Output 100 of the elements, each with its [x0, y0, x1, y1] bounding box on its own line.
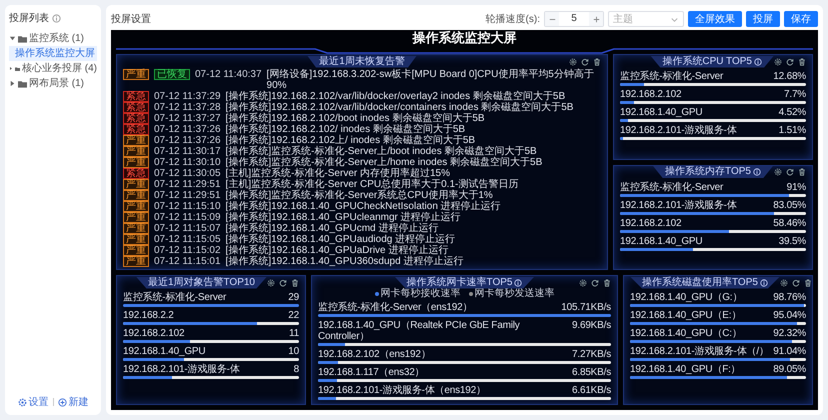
action-button[interactable]: 全屏效果 [688, 11, 742, 27]
alarm-message: [操作系统]192.168.1.40_GPUaudiodg 进程停止运行 [226, 234, 456, 245]
info-icon [760, 278, 768, 286]
item-value: 39.5% [778, 236, 806, 246]
item-value: 22 [288, 310, 299, 321]
alarm-time: 07-12 11:15:02 [154, 245, 221, 256]
item-label: 192.168.2.102 [123, 328, 184, 339]
trash-icon[interactable] [291, 278, 299, 286]
item-label: 192.168.2.101-游戏服务-体 [620, 200, 737, 210]
severity-badge: 严重 [123, 212, 149, 223]
item-label: 192.168.1.40_GPU [123, 346, 206, 357]
item-label: 监控系统-标准化-Server [620, 71, 724, 82]
severity-badge: 紧急 [123, 102, 149, 113]
item-label: 192.168.2.101-游戏服务-体（/） [630, 346, 769, 357]
info-icon [52, 14, 61, 22]
severity-badge: 严重 [123, 234, 149, 245]
refresh-icon[interactable] [792, 278, 800, 286]
item-label: 监控系统-标准化-Server [123, 292, 226, 303]
alarm-message: [操作系统]192.168.1.40_GPUCheckNetIsolation 进程停止运行 [226, 201, 502, 212]
new-link[interactable]: 新建 [58, 395, 88, 409]
item-label: 192.168.2.101-游戏服务-体 [123, 364, 240, 375]
severity-badge: 严重 [123, 157, 149, 168]
action-button[interactable]: 投屏 [746, 11, 780, 27]
item-label: 192.168.1.40_GPU（G:） [630, 292, 742, 303]
alarm-message: [操作系统]192.168.2.102/var/lib/docker/containers inodes 剩余磁盘空间大于5B [226, 102, 574, 113]
item-label: 监控系统-标准化-Server（ens192） [318, 302, 472, 313]
severity-badge: 紧急 [123, 124, 149, 135]
status-badge: 已恢复 [154, 69, 190, 80]
tree-folder[interactable]: 核心业务投屏 (4) [9, 61, 97, 76]
severity-badge: 严重 [123, 256, 149, 267]
refresh-icon[interactable] [786, 58, 794, 66]
settings-icon[interactable] [569, 58, 577, 66]
refresh-icon[interactable] [591, 278, 599, 286]
item-value: 83.05% [773, 200, 806, 210]
speed-label: 轮播速度(s): [486, 12, 540, 26]
legend-label[interactable]: 网卡每秒接收速率 [380, 289, 460, 299]
item-value: 1.51% [778, 125, 806, 136]
severity-badge: 严重 [123, 135, 149, 146]
sidebar-title: 投屏列表 [9, 12, 49, 25]
item-value: 89.05% [773, 364, 806, 375]
settings-icon[interactable] [780, 278, 788, 286]
settings-link[interactable]: 设置 [18, 395, 48, 409]
plus-circle-icon [58, 398, 66, 406]
settings-icon[interactable] [267, 278, 275, 286]
alarm-time: 07-12 11:40:37 [195, 69, 262, 80]
plus-icon [592, 14, 600, 24]
refresh-icon[interactable] [786, 168, 794, 176]
settings-icon[interactable] [579, 278, 587, 286]
item-value: 95.04% [773, 310, 806, 321]
alarm-time: 07-12 11:30:10 [154, 157, 221, 168]
alarm-time: 07-12 11:30:05 [154, 168, 221, 179]
settings-icon[interactable] [774, 58, 782, 66]
caret-icon [9, 65, 13, 72]
alarm-time: 07-12 11:30:17 [154, 146, 221, 157]
alarm-time: 07-12 11:15:05 [154, 234, 221, 245]
alarm-time: 07-12 11:29:51 [154, 190, 221, 201]
tree-folder[interactable]: 监控系统 (1) [9, 31, 97, 46]
item-label: 192.168.1.40_GPU（E:） [630, 310, 742, 321]
item-value: 6.85KB/s [572, 367, 611, 378]
tree-folder[interactable]: 网布局景 (1) [9, 76, 97, 91]
alarm-message: [操作系统]192.168.2.102/boot inodes 剩余磁盘空间大于5B [226, 113, 486, 124]
item-value: 91.04% [773, 346, 806, 357]
severity-badge: 严重 [123, 69, 149, 80]
trash-icon[interactable] [798, 168, 806, 176]
decrement-button[interactable] [545, 12, 559, 26]
tree-item[interactable]: 操作系统监控大屏 [9, 46, 97, 61]
folder-icon [18, 34, 27, 42]
panel-title: 操作系统磁盘使用率TOP5 [630, 276, 780, 288]
alarm-time: 07-12 11:37:28 [154, 102, 221, 113]
item-value: 10 [288, 346, 299, 357]
legend-label[interactable]: 网卡每秒发送速率 [474, 289, 554, 299]
refresh-icon[interactable] [581, 58, 589, 66]
severity-badge: 严重 [123, 146, 149, 157]
severity-badge: 严重 [123, 245, 149, 256]
action-button[interactable]: 保存 [784, 11, 818, 27]
speed-input[interactable]: 5 [544, 11, 604, 27]
severity-badge: 严重 [123, 223, 149, 234]
alarm-message: [操作系统]监控系统-标准化-Server系统总CPU使用率大于1% [226, 190, 494, 201]
panel-title: 最近1周对象告警TOP10 [136, 276, 267, 288]
page-title: 投屏设置 [111, 12, 151, 26]
item-label: 192.168.1.40_GPU [620, 236, 702, 246]
item-value: 12.68% [773, 71, 806, 82]
trash-icon[interactable] [593, 58, 601, 66]
alarm-time: 07-12 11:37:27 [154, 113, 221, 124]
trash-icon[interactable] [603, 278, 611, 286]
alarm-time: 07-12 11:37:26 [154, 135, 221, 146]
severity-badge: 严重 [123, 179, 149, 190]
item-label: 192.168.2.102 [620, 89, 682, 100]
refresh-icon[interactable] [279, 278, 287, 286]
trash-icon[interactable] [798, 58, 806, 66]
severity-badge: 严重 [123, 201, 149, 212]
trash-icon[interactable] [804, 278, 812, 286]
alarm-message: [操作系统]192.168.1.40_GPU360sdupd 进程停止运行 [226, 256, 464, 267]
item-value: 98.76% [773, 292, 806, 303]
item-label: 192.168.2.102 [620, 218, 682, 228]
settings-icon[interactable] [774, 168, 782, 176]
increment-button[interactable] [589, 12, 603, 26]
alarm-message: [操作系统]192.168.2.102/var/lib/docker/overlay2 inodes 剩余磁盘空间大于5B [226, 91, 566, 102]
alarm-time: 07-12 11:37:29 [154, 91, 221, 102]
alarm-message: [操作系统]192.168.2.102上/ inodes 剩余磁盘空间大于5B [226, 135, 476, 146]
